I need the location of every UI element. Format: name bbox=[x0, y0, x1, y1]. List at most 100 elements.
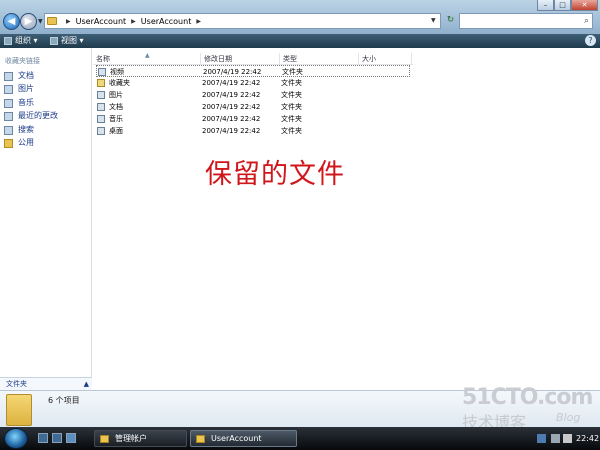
table-row[interactable]: 图片 2007/4/19 22:42 文件夹 bbox=[96, 89, 410, 101]
picture-icon bbox=[4, 84, 13, 94]
volume-icon[interactable] bbox=[563, 434, 572, 443]
sidebar-item-music[interactable]: 音乐 bbox=[4, 97, 34, 109]
folders-toggle[interactable]: 文件夹 ▲ bbox=[0, 377, 92, 390]
sidebar-item-search[interactable]: 搜索 bbox=[4, 124, 34, 136]
sidebar-item-label: 文档 bbox=[18, 71, 34, 80]
maximize-button[interactable]: □ bbox=[554, 0, 571, 11]
search-icon bbox=[4, 125, 13, 135]
task-label: 管理帐户 bbox=[115, 434, 147, 443]
sidebar-item-pictures[interactable]: 图片 bbox=[4, 83, 34, 95]
column-header-type[interactable]: 类型 bbox=[280, 53, 359, 65]
title-bar: – □ ✕ ◀ ▶ ▼ ▶ UserAccount ▶ UserAccount … bbox=[0, 0, 600, 34]
sidebar-item-label: 搜索 bbox=[18, 125, 34, 134]
table-row[interactable]: 音乐 2007/4/19 22:42 文件夹 bbox=[96, 113, 410, 125]
close-button[interactable]: ✕ bbox=[571, 0, 598, 11]
chevron-up-icon: ▲ bbox=[83, 380, 89, 388]
folder-icon bbox=[196, 435, 205, 443]
table-row[interactable]: 文档 2007/4/19 22:42 文件夹 bbox=[96, 101, 410, 113]
documents-folder-icon bbox=[97, 103, 105, 111]
views-button[interactable]: 视图 ▾ bbox=[50, 35, 84, 47]
file-name: 音乐 bbox=[109, 115, 123, 123]
column-header-size[interactable]: 大小 bbox=[359, 53, 412, 65]
show-desktop-icon[interactable] bbox=[38, 433, 48, 443]
sidebar-item-recent[interactable]: 最近的更改 bbox=[4, 110, 58, 122]
chevron-right-icon[interactable]: ▶ bbox=[66, 18, 71, 25]
public-folder-icon bbox=[4, 138, 13, 148]
file-name: 图片 bbox=[109, 91, 123, 99]
network-icon[interactable] bbox=[537, 434, 546, 443]
sidebar-item-documents[interactable]: 文档 bbox=[4, 70, 34, 82]
table-row[interactable]: 视频 2007/4/19 22:42 文件夹 bbox=[96, 65, 410, 77]
table-row[interactable]: 收藏夹 2007/4/19 22:42 文件夹 bbox=[96, 77, 410, 89]
window-controls: – □ ✕ bbox=[537, 0, 598, 11]
control-panel-icon bbox=[100, 435, 109, 443]
favorites-folder-icon bbox=[97, 79, 105, 87]
music-icon bbox=[4, 98, 13, 108]
refresh-icon: ↻ bbox=[446, 15, 455, 25]
navigation-pane: 收藏夹链接 文档 图片 音乐 最近的更改 搜索 公用 文件夹 ▲ bbox=[0, 48, 92, 390]
minimize-button[interactable]: – bbox=[537, 0, 554, 11]
views-label: 视图 ▾ bbox=[61, 36, 84, 45]
task-label: UserAccount bbox=[211, 434, 262, 443]
command-bar: 组织 ▾ 视图 ▾ ? bbox=[0, 34, 600, 48]
taskbar: 管理帐户 UserAccount 22:42 bbox=[0, 427, 600, 450]
internet-explorer-icon[interactable] bbox=[66, 433, 76, 443]
clock[interactable]: 22:42 bbox=[576, 427, 599, 450]
favorite-links-header: 收藏夹链接 bbox=[5, 57, 40, 65]
back-button[interactable]: ◀ bbox=[3, 13, 20, 30]
breadcrumb-item[interactable]: UserAccount bbox=[141, 17, 192, 26]
address-bar[interactable]: ▶ UserAccount ▶ UserAccount ▶ bbox=[44, 13, 441, 29]
security-shield-icon[interactable] bbox=[551, 434, 560, 443]
switch-windows-icon[interactable] bbox=[52, 433, 62, 443]
chevron-right-icon[interactable]: ▶ bbox=[131, 18, 136, 25]
file-name: 桌面 bbox=[109, 127, 123, 135]
search-icon[interactable]: ⌕ bbox=[584, 16, 589, 26]
breadcrumb-item[interactable]: UserAccount bbox=[76, 17, 127, 26]
help-icon[interactable]: ? bbox=[585, 35, 596, 46]
file-type: 文件夹 bbox=[281, 115, 302, 123]
search-input[interactable] bbox=[462, 15, 572, 28]
table-row[interactable]: 桌面 2007/4/19 22:42 文件夹 bbox=[96, 125, 410, 137]
search-box[interactable]: ⌕ bbox=[459, 13, 593, 29]
video-folder-icon bbox=[98, 68, 106, 76]
watermark-logo: 51CTO.com bbox=[462, 385, 593, 410]
column-header-row: 名称 ▲ 修改日期 类型 大小 bbox=[93, 52, 413, 65]
taskbar-button-manage-accounts[interactable]: 管理帐户 bbox=[94, 430, 187, 447]
file-type: 文件夹 bbox=[281, 127, 302, 135]
file-date: 2007/4/19 22:42 bbox=[202, 79, 261, 87]
refresh-button[interactable]: ↻ bbox=[443, 13, 458, 29]
pictures-folder-icon bbox=[97, 91, 105, 99]
forward-button[interactable]: ▶ bbox=[20, 13, 37, 30]
chevron-right-icon[interactable]: ▶ bbox=[196, 18, 201, 25]
file-list: 名称 ▲ 修改日期 类型 大小 视频 2007/4/19 22:42 文件夹 收… bbox=[93, 48, 600, 390]
sidebar-item-label: 最近的更改 bbox=[18, 111, 58, 120]
file-date: 2007/4/19 22:42 bbox=[202, 115, 261, 123]
file-date: 2007/4/19 22:42 bbox=[202, 127, 261, 135]
arrow-right-icon: ▶ bbox=[24, 16, 33, 27]
column-header-name[interactable]: 名称 ▲ bbox=[93, 52, 201, 65]
file-name: 文档 bbox=[109, 103, 123, 111]
column-label: 名称 bbox=[96, 55, 110, 63]
start-button[interactable] bbox=[4, 428, 28, 449]
sort-ascending-icon: ▲ bbox=[145, 52, 150, 59]
organize-button[interactable]: 组织 ▾ bbox=[4, 35, 38, 47]
watermark-blog: Blog bbox=[556, 411, 581, 424]
details-pane: 6 个项目 51CTO.com 技术博客 Blog bbox=[0, 385, 600, 432]
organize-label: 组织 ▾ bbox=[15, 36, 38, 45]
address-dropdown[interactable]: ▼ bbox=[431, 13, 441, 29]
column-header-date[interactable]: 修改日期 bbox=[201, 53, 280, 65]
taskbar-button-useraccount[interactable]: UserAccount bbox=[190, 430, 297, 447]
large-folder-icon bbox=[6, 394, 32, 426]
music-folder-icon bbox=[97, 115, 105, 123]
sidebar-item-public[interactable]: 公用 bbox=[4, 137, 34, 149]
file-date: 2007/4/19 22:42 bbox=[202, 91, 261, 99]
annotation-caption: 保留的文件 bbox=[205, 159, 345, 190]
views-icon bbox=[50, 37, 58, 45]
sidebar-item-label: 音乐 bbox=[18, 98, 34, 107]
recent-icon bbox=[4, 111, 13, 121]
folder-icon bbox=[47, 17, 57, 25]
document-icon bbox=[4, 71, 13, 81]
recent-pages-dropdown[interactable]: ▼ bbox=[38, 18, 43, 25]
arrow-left-icon: ◀ bbox=[7, 16, 16, 27]
file-type: 文件夹 bbox=[281, 103, 302, 111]
